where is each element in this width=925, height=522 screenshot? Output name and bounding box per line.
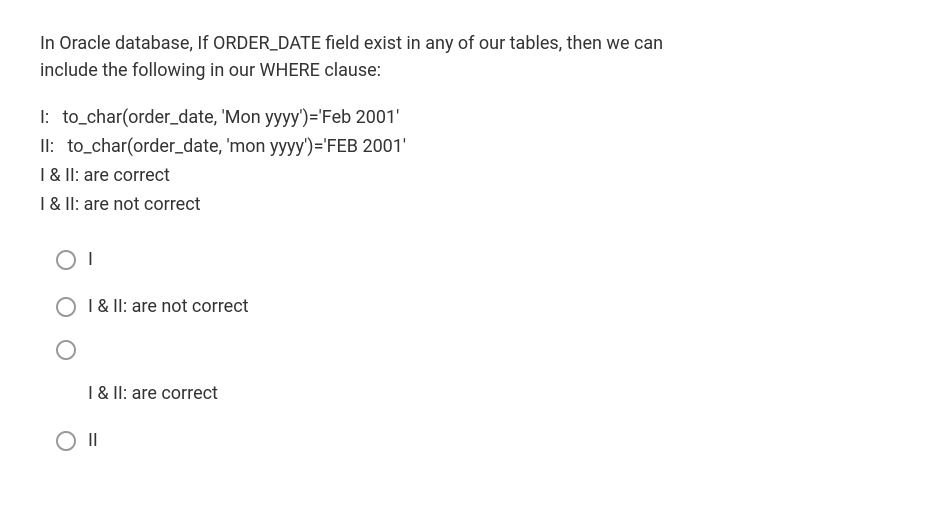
statement-1: I: to_char(order_date, 'Mon yyyy')='Feb … (40, 104, 885, 131)
option-label-1: I (88, 246, 93, 273)
option-label-5: II (88, 427, 98, 454)
question-text: In Oracle database, If ORDER_DATE field … (40, 30, 885, 84)
statement-3: I & II: are correct (40, 162, 885, 189)
option-row-4-indented[interactable]: I & II: are correct (56, 380, 885, 407)
question-line-2: include the following in our WHERE claus… (40, 57, 885, 84)
radio-icon[interactable] (56, 431, 76, 451)
statements-block: I: to_char(order_date, 'Mon yyyy')='Feb … (40, 104, 885, 218)
statement-2: II: to_char(order_date, 'mon yyyy')='FEB… (40, 133, 885, 160)
radio-icon[interactable] (56, 250, 76, 270)
option-row-2[interactable]: I & II: are not correct (56, 293, 885, 320)
option-row-3[interactable] (56, 340, 885, 360)
option-row-5[interactable]: II (56, 427, 885, 454)
option-row-1[interactable]: I (56, 246, 885, 273)
radio-icon[interactable] (56, 297, 76, 317)
radio-icon[interactable] (56, 340, 76, 360)
option-label-4: I & II: are correct (88, 380, 218, 407)
statement-4: I & II: are not correct (40, 191, 885, 218)
option-label-2: I & II: are not correct (88, 293, 249, 320)
options-group: I I & II: are not correct I & II: are co… (40, 246, 885, 454)
question-line-1: In Oracle database, If ORDER_DATE field … (40, 30, 885, 57)
